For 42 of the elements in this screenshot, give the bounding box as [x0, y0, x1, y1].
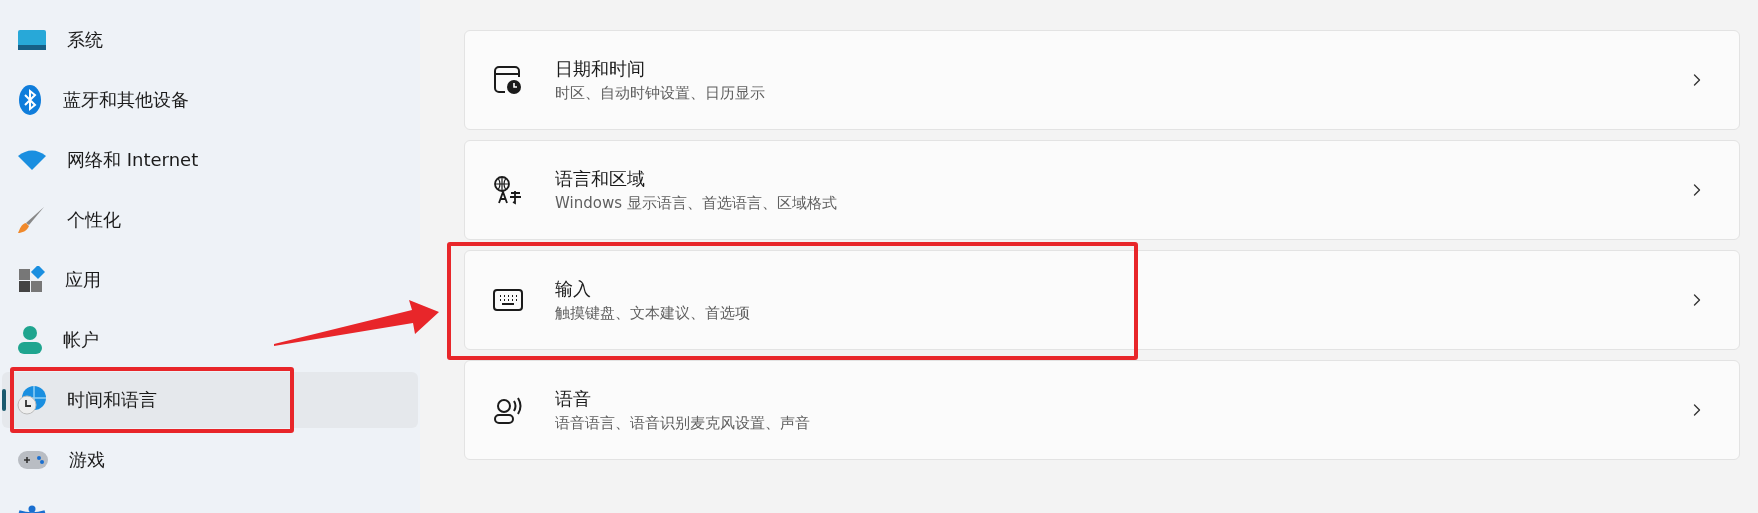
sidebar-item[interactable]: 网络和 Internet [2, 132, 418, 188]
setting-title: 语言和区域 [555, 167, 646, 191]
sidebar-label: 应用 [65, 268, 101, 292]
monitor-icon [17, 29, 47, 51]
sidebar-item[interactable]: 应用 [2, 252, 418, 308]
sidebar-item[interactable]: 游戏 [2, 432, 418, 488]
sidebar-label: 游戏 [69, 448, 105, 472]
settings-card[interactable]: 输入 触摸键盘、文本建议、首选项 [464, 250, 1740, 350]
sidebar-item[interactable]: 个性化 [2, 192, 418, 248]
sidebar-item[interactable]: 系统 [2, 12, 418, 68]
person-icon [17, 325, 43, 355]
sidebar-label: 时间和语言 [67, 388, 157, 412]
sidebar-item[interactable]: 时间和语言 [2, 372, 418, 428]
sidebar-label: 蓝牙和其他设备 [63, 88, 189, 112]
sidebar-item[interactable]: 蓝牙和其他设备 [2, 72, 418, 128]
globe-clock-icon [17, 385, 47, 415]
sidebar-label: 帐户 [63, 328, 99, 352]
setting-description: 触摸键盘、文本建议、首选项 [555, 304, 751, 323]
calendar-clock-icon [493, 65, 523, 95]
setting-title: 输入 [555, 277, 592, 301]
settings-card[interactable]: 语言和区域 Windows 显示语言、首选语言、区域格式 [464, 140, 1740, 240]
settings-card[interactable]: 语音 语音语言、语音识别麦克风设置、声音 [464, 360, 1740, 460]
sidebar-label: 系统 [67, 28, 103, 52]
paintbrush-icon [17, 205, 47, 235]
gamepad-icon [17, 449, 49, 471]
setting-description: Windows 显示语言、首选语言、区域格式 [555, 194, 838, 213]
keyboard-icon [493, 289, 523, 311]
settings-card[interactable]: 日期和时间 时区、自动时钟设置、日历显示 [464, 30, 1740, 130]
selection-indicator [2, 389, 6, 411]
setting-title: 日期和时间 [555, 57, 646, 81]
setting-title: 语音 [555, 387, 592, 411]
sidebar-label: 网络和 Internet [67, 148, 199, 172]
setting-description: 时区、自动时钟设置、日历显示 [555, 84, 766, 103]
apps-icon [17, 266, 45, 294]
setting-description: 语音语言、语音识别麦克风设置、声音 [555, 414, 811, 433]
accessibility-icon [17, 505, 47, 513]
sidebar-item[interactable]: 帐户 [2, 312, 418, 368]
language-icon [493, 175, 523, 205]
bluetooth-icon [17, 84, 43, 116]
sidebar-label: 个性化 [67, 208, 121, 232]
speaking-person-icon [493, 395, 523, 425]
wifi-icon [17, 149, 47, 171]
